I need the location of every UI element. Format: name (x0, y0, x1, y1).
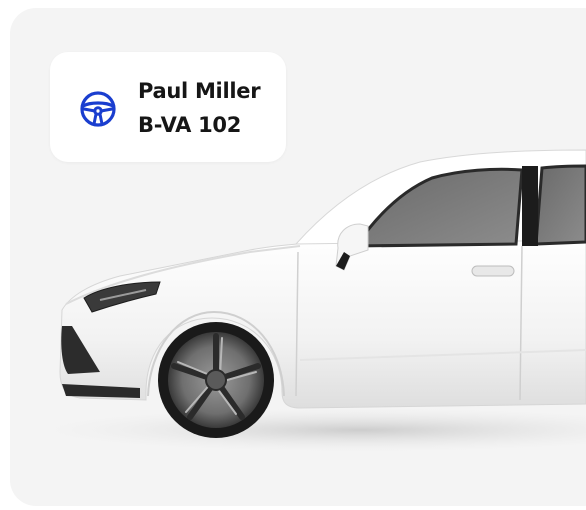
front-wheel (158, 322, 274, 438)
steering-wheel-icon (80, 91, 116, 127)
car-shadow (40, 408, 586, 452)
door-handle (471, 265, 515, 277)
b-pillar (522, 166, 538, 246)
driver-info-card: Paul Miller B-VA 102 (50, 52, 286, 162)
car-body (59, 235, 586, 409)
driver-name: Paul Miller (138, 79, 261, 103)
rear-window (534, 164, 586, 246)
license-plate: B-VA 102 (138, 113, 242, 137)
